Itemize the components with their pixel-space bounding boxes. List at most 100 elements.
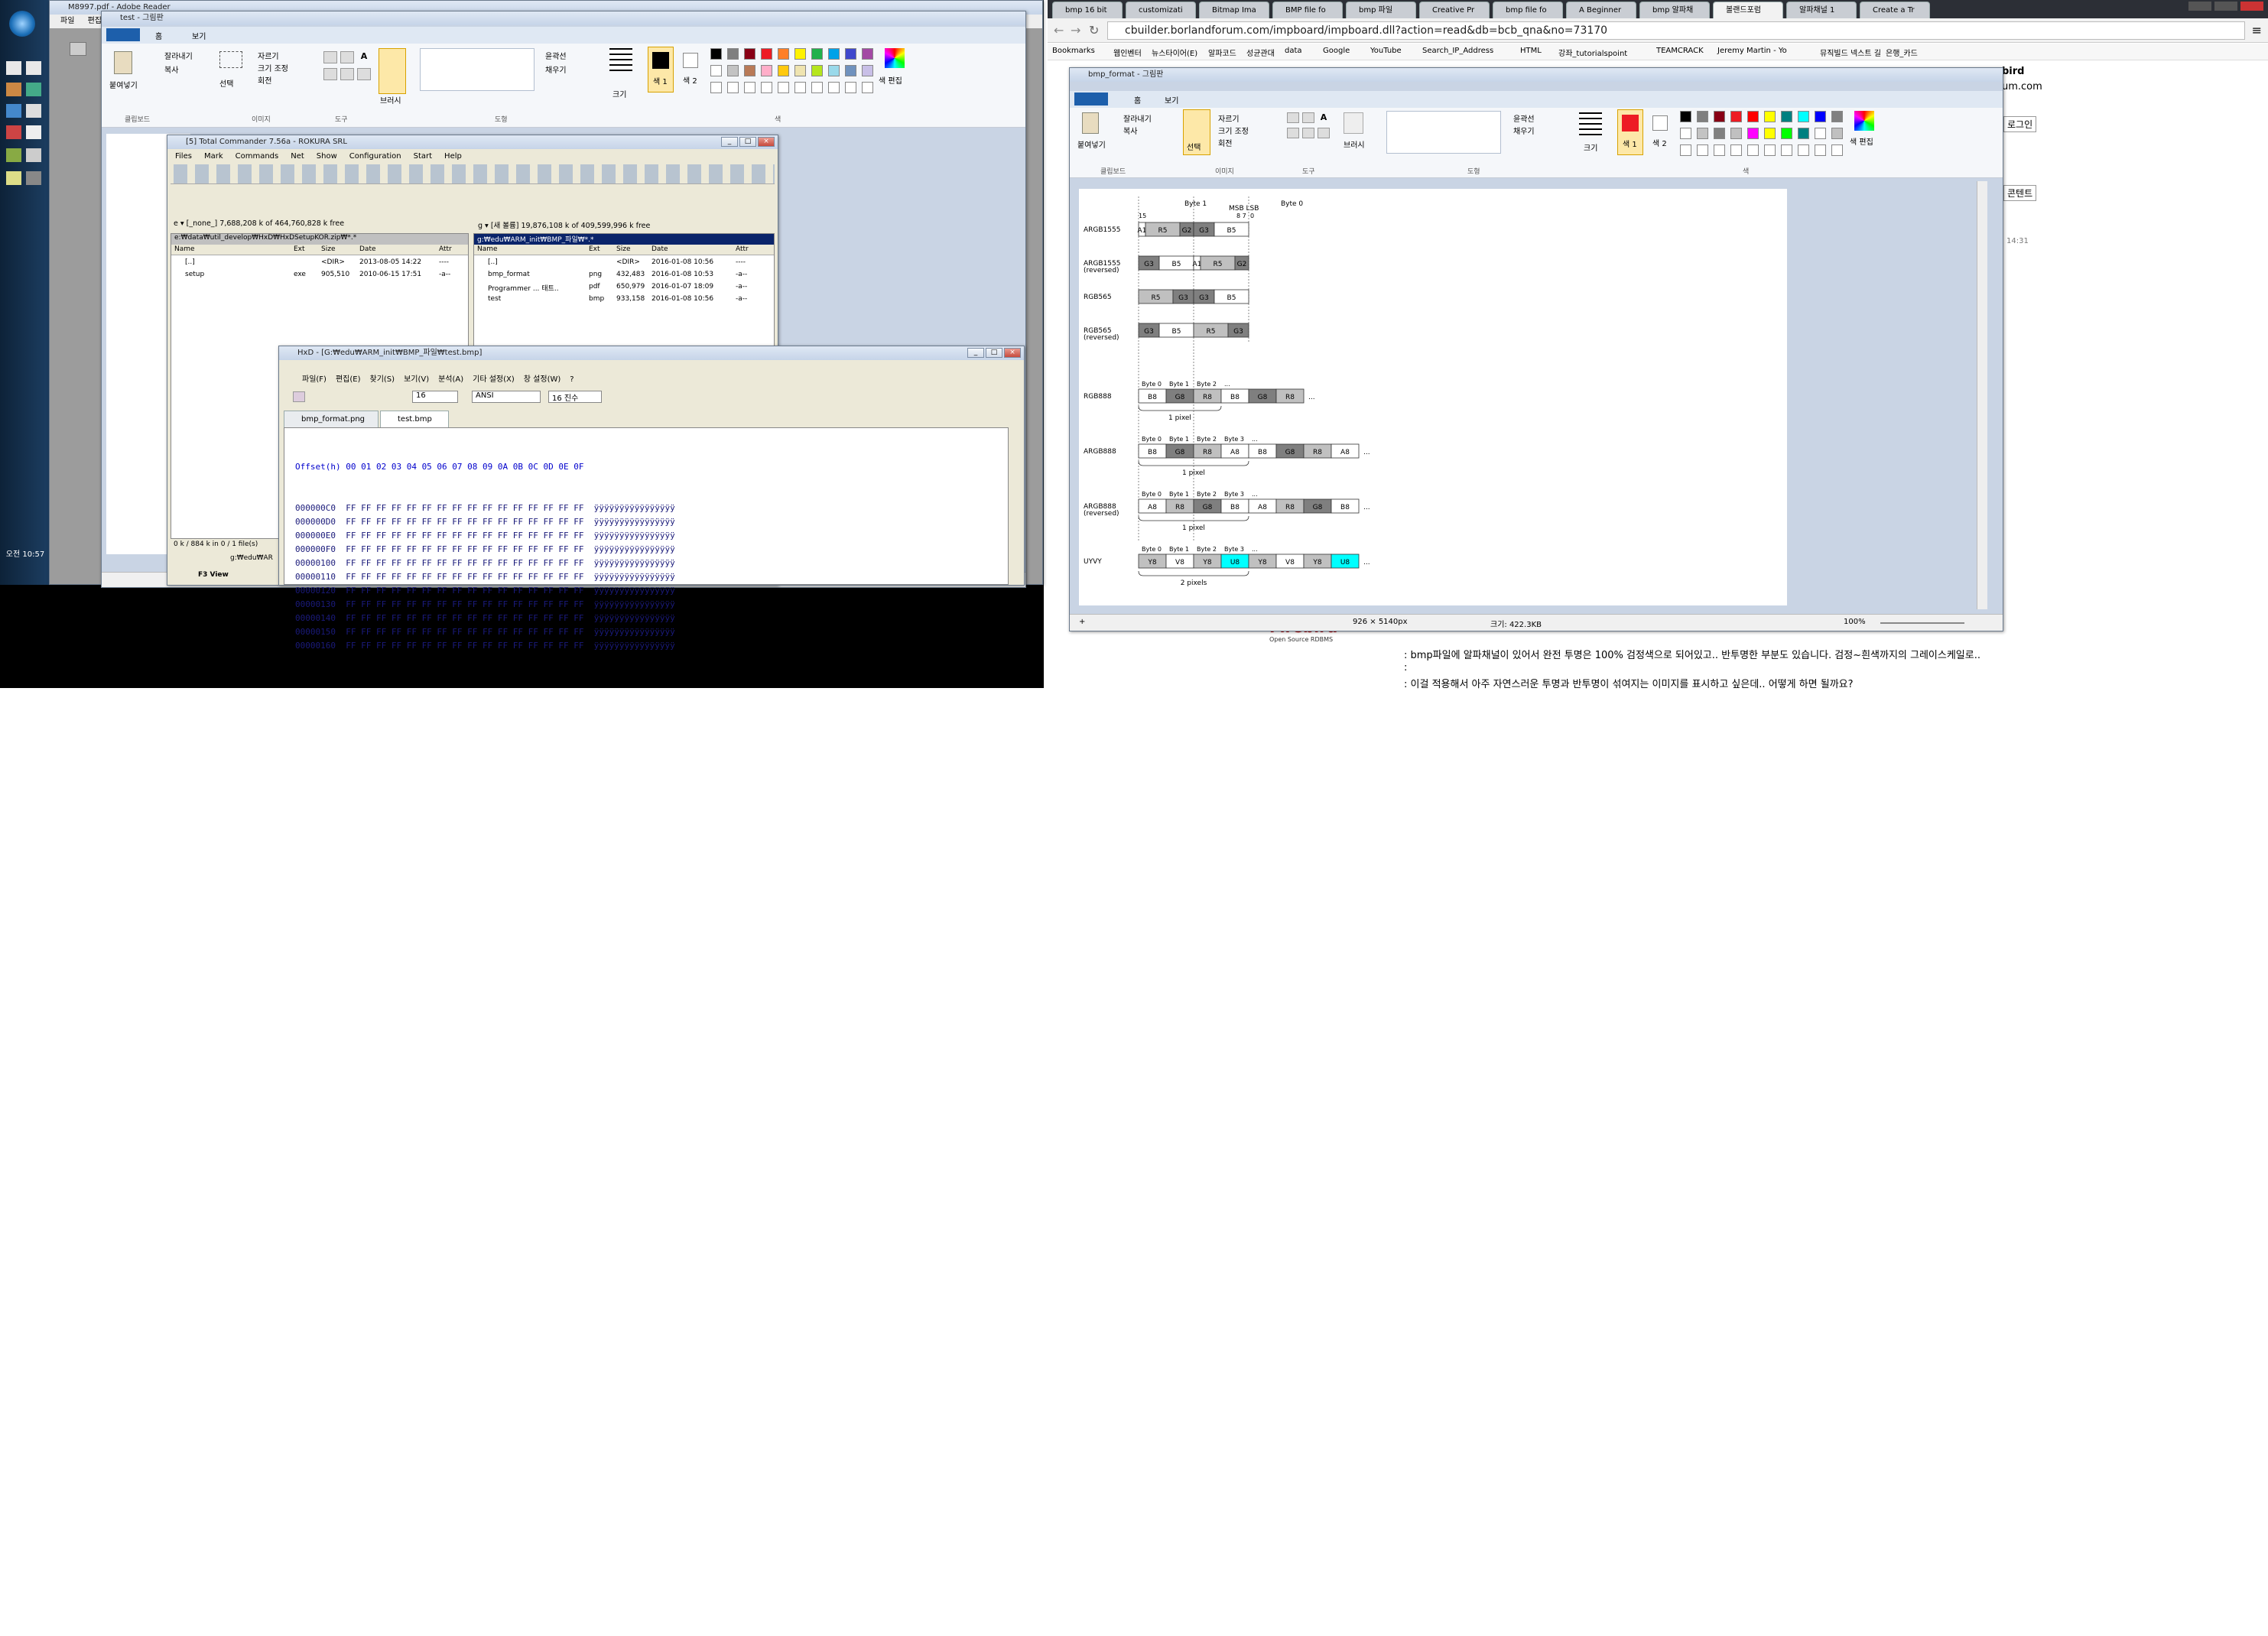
tc-right-col-name[interactable]: Name	[477, 245, 498, 253]
tc-file-size[interactable]: 905,510	[321, 271, 349, 278]
paint2-edit-colors-button[interactable]: 색 편집	[1850, 135, 1873, 147]
palette-empty-swatch[interactable]	[811, 82, 823, 93]
tc-file-attr[interactable]: -a--	[736, 271, 747, 278]
taskbar-icon-8[interactable]	[26, 125, 41, 139]
paint2-copy-button[interactable]: 복사	[1123, 125, 1137, 136]
paste-button[interactable]: 붙여넣기	[109, 79, 138, 90]
login-button[interactable]: 로그인	[2003, 116, 2037, 132]
palette-swatch[interactable]	[710, 65, 722, 76]
paint2-tab-home[interactable]: 홈	[1134, 94, 1141, 105]
tc-file-date[interactable]: 2010-06-15 17:51	[359, 271, 421, 278]
paste-icon[interactable]	[114, 51, 132, 74]
palette-swatch[interactable]	[862, 48, 873, 60]
paint2-palette-empty-swatch[interactable]	[1730, 144, 1742, 156]
paint2-palette-empty-swatch[interactable]	[1798, 144, 1809, 156]
taskbar-icon-6[interactable]	[26, 104, 41, 118]
paint2-palette-swatch[interactable]	[1815, 128, 1826, 139]
palette-empty-swatch[interactable]	[778, 82, 789, 93]
paint2-color1-swatch[interactable]: 색 1	[1617, 109, 1643, 155]
bookmark-item[interactable]: YouTube	[1370, 47, 1402, 55]
paint2-palette-swatch[interactable]	[1714, 111, 1725, 122]
paint2-palette-empty-swatch[interactable]	[1747, 144, 1759, 156]
size-button[interactable]: 크기	[612, 88, 626, 99]
paint2-eraser-icon[interactable]	[1287, 128, 1299, 138]
paint2-palette-swatch[interactable]	[1714, 128, 1725, 139]
bookmark-item[interactable]: TEAMCRACK	[1656, 47, 1704, 55]
palette-swatch[interactable]	[727, 48, 739, 60]
paint2-palette-empty-swatch[interactable]	[1680, 144, 1691, 156]
paint2-palette-swatch[interactable]	[1697, 111, 1708, 122]
tc-file-name[interactable]: test	[488, 295, 501, 303]
tc-left-col-ext[interactable]: Ext	[294, 245, 305, 253]
bookmark-item[interactable]: 성균관대	[1246, 47, 1275, 58]
copy-button[interactable]: 복사	[164, 63, 178, 75]
browser-tab[interactable]: A Beginner	[1566, 2, 1636, 18]
paint2-resize-button[interactable]: 크기 조정	[1218, 125, 1249, 136]
hxd-menu-item[interactable]: 창 설정(W)	[524, 375, 561, 384]
paint2-palette-empty-swatch[interactable]	[1815, 144, 1826, 156]
brush-icon[interactable]	[379, 48, 406, 94]
rotate-button[interactable]: 회전	[258, 74, 271, 86]
tc-menu-item[interactable]: Files	[175, 152, 192, 161]
browser-maximize-button[interactable]	[2214, 2, 2237, 11]
color1-swatch[interactable]: 색 1	[648, 47, 674, 93]
taskbar-icon-9[interactable]	[6, 148, 21, 162]
tc-file-date[interactable]: 2016-01-07 18:09	[651, 283, 713, 291]
brush-button[interactable]: 브러시	[380, 94, 401, 105]
tc-file-attr[interactable]: ----	[736, 258, 746, 266]
browser-tab[interactable]: Create a Tr	[1860, 2, 1930, 18]
paint2-palette-swatch[interactable]	[1680, 111, 1691, 122]
hxd-charset-select[interactable]: ANSI	[472, 391, 541, 403]
paint2-palette-swatch[interactable]	[1747, 111, 1759, 122]
paint2-palette-swatch[interactable]	[1815, 111, 1826, 122]
tc-file-date[interactable]: 2016-01-08 10:53	[651, 271, 713, 278]
tc-file-ext[interactable]: exe	[294, 271, 306, 278]
paint2-palette-swatch[interactable]	[1831, 111, 1843, 122]
paint2-window[interactable]: bmp_format - 그림판 홈 보기 붙여넣기 잘라내기 복사 클립보드 …	[1069, 67, 2003, 631]
paint2-color2-swatch[interactable]: 색 2	[1648, 109, 1674, 155]
palette-swatch[interactable]	[845, 65, 856, 76]
cut-button[interactable]: 잘라내기	[164, 50, 193, 61]
paint2-pencil-icon[interactable]	[1287, 112, 1299, 123]
hxd-menu-item[interactable]: 분석(A)	[438, 375, 463, 384]
tc-maximize-button[interactable]: □	[739, 137, 756, 147]
browser-tab[interactable]: Bitmap Ima	[1199, 2, 1269, 18]
paint2-size-button[interactable]: 크기	[1584, 141, 1597, 153]
bookmark-item[interactable]: 강좌_tutorialspoint	[1558, 47, 1627, 58]
reader-menu-file[interactable]: 파일	[60, 17, 74, 25]
tc-file-attr[interactable]: -a--	[736, 283, 747, 291]
palette-empty-swatch[interactable]	[845, 82, 856, 93]
tc-file-size[interactable]: 650,979	[616, 283, 645, 291]
palette-swatch[interactable]	[794, 48, 806, 60]
tc-menu-item[interactable]: Start	[414, 152, 432, 161]
taskbar-icon-12[interactable]	[26, 171, 41, 185]
palette-empty-swatch[interactable]	[727, 82, 739, 93]
taskbar-icon-11[interactable]	[6, 171, 21, 185]
palette-swatch[interactable]	[778, 48, 789, 60]
taskbar-icon-1[interactable]	[6, 61, 21, 75]
eraser-icon[interactable]	[323, 68, 337, 80]
tc-file-ext[interactable]: png	[589, 271, 602, 278]
paint2-palette-swatch[interactable]	[1764, 128, 1776, 139]
print-icon[interactable]	[70, 42, 86, 56]
bookmark-item[interactable]: 뉴스타이어(E)	[1152, 47, 1197, 58]
bookmark-item[interactable]: 알파코드	[1208, 47, 1236, 58]
tc-file-name[interactable]: [..]	[185, 258, 195, 266]
tc-menu-item[interactable]: Help	[444, 152, 462, 161]
paint2-outline-button[interactable]: 윤곽선	[1513, 112, 1535, 124]
tc-file-size[interactable]: 432,483	[616, 271, 645, 278]
paint2-palette-swatch[interactable]	[1747, 128, 1759, 139]
reload-icon[interactable]: ↻	[1089, 23, 1099, 37]
paint2-size-icon[interactable]	[1579, 112, 1602, 135]
paint2-palette-swatch[interactable]	[1781, 128, 1792, 139]
paint2-add-icon[interactable]: +	[1079, 618, 1085, 626]
outline-button[interactable]: 윤곽선	[545, 50, 567, 61]
paint2-select-button[interactable]: 선택	[1183, 109, 1210, 155]
hxd-cols-input[interactable]: 16	[412, 391, 458, 403]
paint2-fill-icon[interactable]	[1302, 112, 1314, 123]
browser-tab[interactable]: bmp 알파채	[1639, 2, 1710, 18]
tc-left-col-attr[interactable]: Attr	[439, 245, 452, 253]
tc-file-size[interactable]: 933,158	[616, 295, 645, 303]
bookmark-item[interactable]: Jeremy Martin - Yo	[1717, 47, 1787, 55]
paint2-brush-icon[interactable]	[1344, 112, 1363, 134]
